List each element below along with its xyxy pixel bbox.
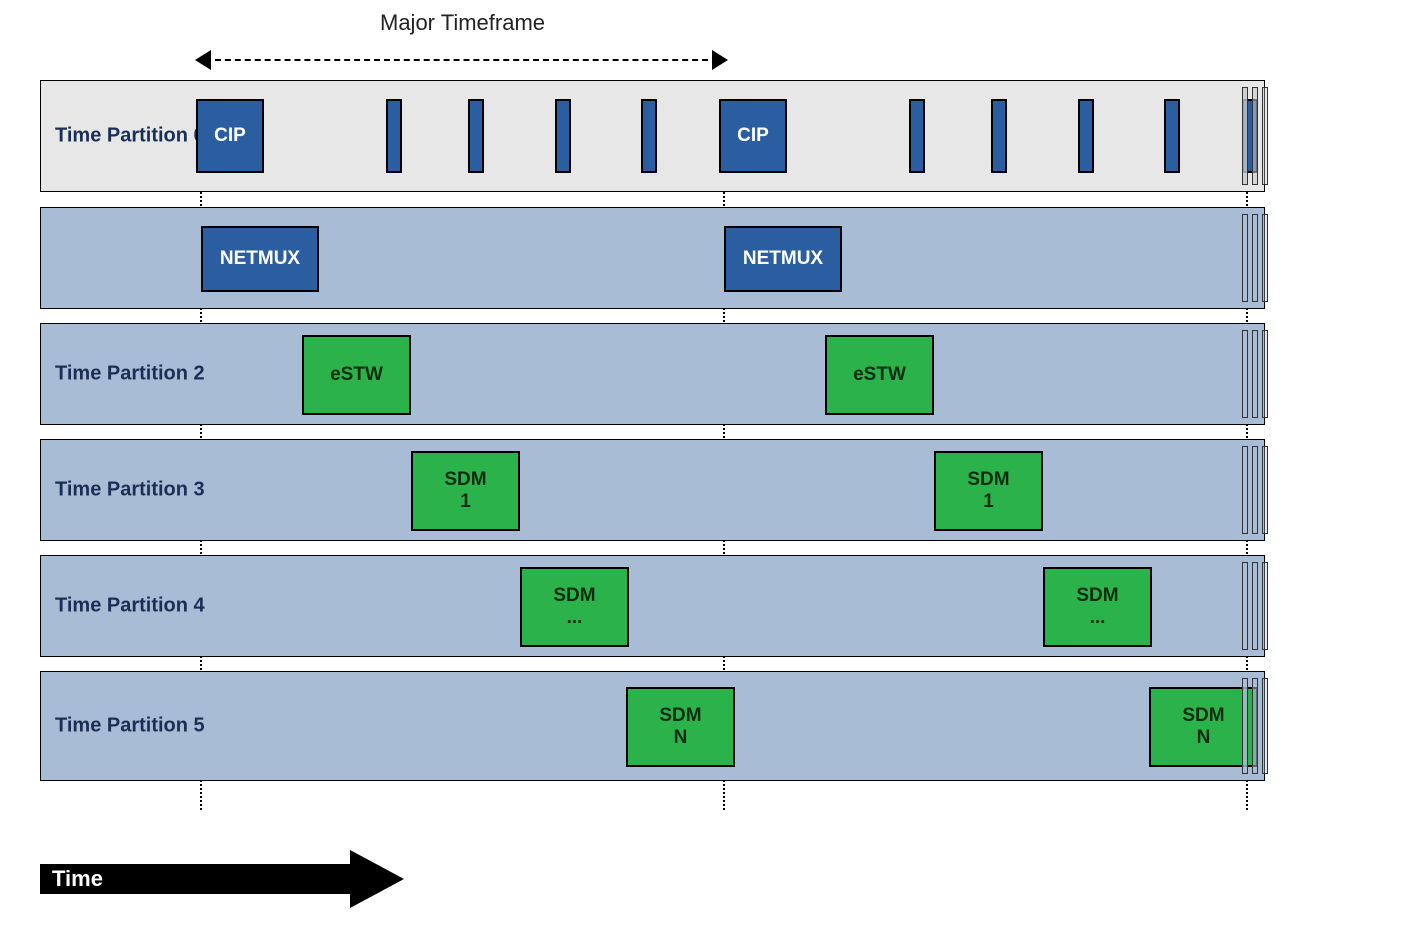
partition-label-3: Time Partition 3: [55, 478, 205, 503]
tick-block: [909, 99, 925, 173]
sdm-dots-block-1: SDM ...: [520, 567, 629, 647]
cip-block-2: CIP: [719, 99, 787, 173]
tick-block: [555, 99, 571, 173]
row-continuation-icon: [1236, 442, 1270, 538]
major-timeframe-title: Major Timeframe: [380, 10, 545, 36]
arrowhead-right-icon: [350, 850, 404, 908]
row-continuation-icon: [1236, 326, 1270, 422]
row-continuation-icon: [1236, 558, 1270, 654]
partition-label-2: Time Partition 2: [55, 362, 205, 387]
partition-row-1: NETMUX NETMUX: [40, 207, 1265, 309]
tick-block: [991, 99, 1007, 173]
major-timeframe-span-arrow: [195, 46, 728, 76]
tick-block: [1078, 99, 1094, 173]
tick-block: [468, 99, 484, 173]
partition-label-0: Time Partition 0: [55, 124, 205, 149]
sdm1-block-2: SDM 1: [934, 451, 1043, 531]
partition-row-2: Time Partition 2 eSTW eSTW: [40, 323, 1265, 425]
sdm-dots-block-2: SDM ...: [1043, 567, 1152, 647]
netmux-block-1: NETMUX: [201, 226, 319, 292]
partition-label-4: Time Partition 4: [55, 594, 205, 619]
tick-block: [386, 99, 402, 173]
tick-block: [641, 99, 657, 173]
sdm1-block-1: SDM 1: [411, 451, 520, 531]
row-continuation-icon: [1236, 83, 1270, 189]
arrowhead-right-icon: [712, 50, 728, 70]
partition-row-5: Time Partition 5 SDM N SDM N: [40, 671, 1265, 781]
netmux-block-2: NETMUX: [724, 226, 842, 292]
time-axis-arrow: Time: [40, 850, 420, 908]
row-continuation-icon: [1236, 210, 1270, 306]
partition-row-4: Time Partition 4 SDM ... SDM ...: [40, 555, 1265, 657]
timeframe-diagram: Major Timeframe Time Partition 0 CIP CIP…: [40, 10, 1370, 910]
partition-label-5: Time Partition 5: [55, 714, 205, 739]
tick-block: [1164, 99, 1180, 173]
row-continuation-icon: [1236, 674, 1270, 778]
partition-row-0: Time Partition 0 CIP CIP: [40, 80, 1265, 192]
time-axis-label: Time: [40, 864, 350, 894]
cip-block-1: CIP: [196, 99, 264, 173]
estw-block-2: eSTW: [825, 335, 934, 415]
dashed-span-line: [205, 59, 718, 61]
estw-block-1: eSTW: [302, 335, 411, 415]
partition-row-3: Time Partition 3 SDM 1 SDM 1: [40, 439, 1265, 541]
sdmn-block-1: SDM N: [626, 687, 735, 767]
